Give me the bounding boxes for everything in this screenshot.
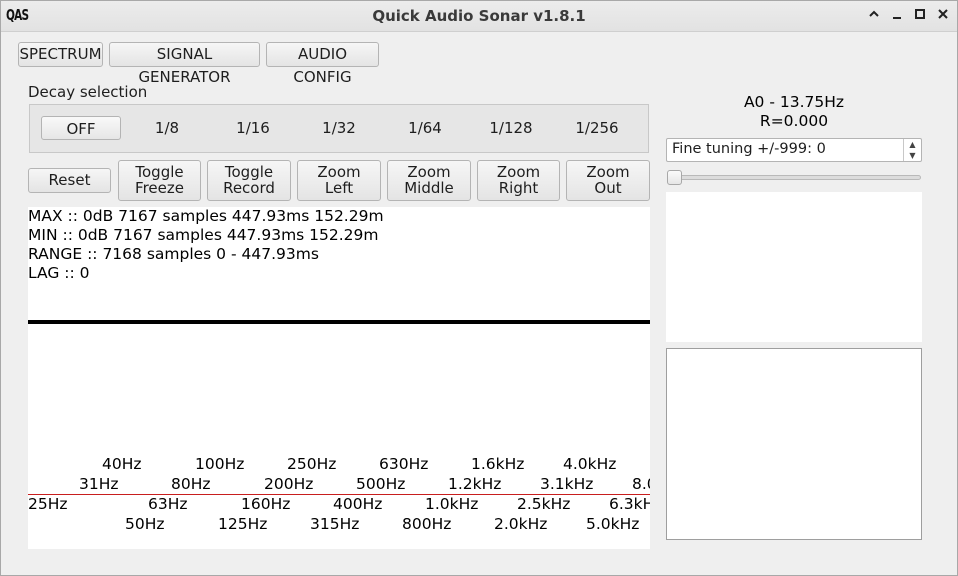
decay-option-1-128[interactable]: 1/128 — [481, 116, 541, 140]
spin-down-arrow-icon[interactable]: ▼ — [904, 150, 921, 161]
freq-label: 100Hz — [195, 455, 245, 473]
tab-signal-generator-label: SIGNAL GENERATOR — [138, 45, 231, 86]
reset-button-label: Reset — [48, 171, 91, 189]
decay-option-1-8[interactable]: 1/8 — [137, 116, 197, 140]
tab-audio-config[interactable]: AUDIO CONFIG — [266, 42, 379, 86]
decay-selection-label: Decay selection — [28, 83, 148, 101]
tab-audio-config-label: AUDIO CONFIG — [293, 45, 352, 86]
zoom-middle-button[interactable]: Zoom Middle — [387, 160, 471, 201]
freq-label: 630Hz — [379, 455, 429, 473]
spinbox-arrows: ▲ ▼ — [903, 139, 921, 161]
display-panel-lower — [666, 348, 922, 540]
fine-tuning-value: Fine tuning +/-999: 0 — [672, 141, 826, 157]
freq-label: 4.0kHz — [563, 455, 617, 473]
zoom-left-button[interactable]: Zoom Left — [297, 160, 381, 201]
tab-spectrum[interactable]: SPECTRUM — [18, 42, 103, 67]
decay-option-1-16[interactable]: 1/16 — [223, 116, 283, 140]
freq-label: 125Hz — [218, 515, 268, 533]
zoom-right-button[interactable]: Zoom Right — [477, 160, 560, 201]
toggle-freeze-label-line2: Freeze — [135, 179, 184, 197]
freq-label: 25Hz — [28, 495, 68, 513]
zoom-middle-label-line1: Zoom — [407, 163, 451, 181]
signal-trace-line — [28, 320, 650, 324]
freq-label: 31Hz — [79, 475, 119, 493]
fine-tuning-slider-handle[interactable] — [667, 170, 682, 185]
freq-label: 2.5kHz — [517, 495, 571, 513]
freq-label: 800Hz — [402, 515, 452, 533]
decay-option-1-256[interactable]: 1/256 — [567, 116, 627, 140]
reset-button[interactable]: Reset — [28, 168, 111, 193]
spin-up-arrow-icon[interactable]: ▲ — [904, 139, 921, 150]
zoom-out-label-line2: Out — [594, 179, 622, 197]
toggle-freeze-label-line1: Toggle — [135, 163, 184, 181]
zoom-left-label-line2: Left — [324, 179, 354, 197]
tab-signal-generator[interactable]: SIGNAL GENERATOR — [109, 42, 260, 86]
ratio-readout: R=0.000 — [759, 112, 829, 130]
freq-label: 250Hz — [287, 455, 337, 473]
freq-label: 1.2kHz — [448, 475, 502, 493]
decay-option-off[interactable]: OFF — [41, 116, 121, 140]
toggle-record-button[interactable]: Toggle Record — [207, 160, 291, 201]
freq-label: 160Hz — [241, 495, 291, 513]
title-bar[interactable]: QAS Quick Audio Sonar v1.8.1 — [1, 1, 957, 32]
freq-label: 1.6kHz — [471, 455, 525, 473]
close-window-icon[interactable] — [934, 7, 952, 25]
main-window: QAS Quick Audio Sonar v1.8.1 SPECTRUM SI… — [0, 0, 958, 576]
freq-label: 6.3kH — [609, 495, 650, 513]
tab-spectrum-label: SPECTRUM — [19, 45, 102, 63]
fine-tuning-slider-track[interactable] — [667, 175, 921, 180]
freq-label: 50Hz — [125, 515, 165, 533]
freq-label: 80Hz — [171, 475, 211, 493]
toggle-freeze-button[interactable]: Toggle Freeze — [118, 160, 201, 201]
stat-max: MAX :: 0dB 7167 samples 447.93ms 152.29m — [28, 207, 384, 225]
zoom-out-button[interactable]: Zoom Out — [566, 160, 650, 201]
freq-label: 1.0kHz — [425, 495, 479, 513]
note-readout: A0 - 13.75Hz — [743, 93, 845, 111]
signal-plot-area[interactable]: MAX :: 0dB 7167 samples 447.93ms 152.29m… — [28, 207, 650, 549]
freq-label: 63Hz — [148, 495, 188, 513]
freq-label: 2.0kHz — [494, 515, 548, 533]
display-panel-upper — [666, 192, 922, 342]
freq-label: 5.0kHz — [586, 515, 640, 533]
zoom-right-label-line1: Zoom — [496, 163, 541, 181]
fine-tuning-spinbox[interactable]: Fine tuning +/-999: 0 ▲ ▼ — [666, 138, 922, 162]
freq-label: 40Hz — [102, 455, 142, 473]
freq-label: 500Hz — [356, 475, 406, 493]
stat-min: MIN :: 0dB 7167 samples 447.93ms 152.29m — [28, 226, 379, 244]
freq-label: 400Hz — [333, 495, 383, 513]
decay-option-1-32[interactable]: 1/32 — [309, 116, 369, 140]
shade-window-icon[interactable] — [865, 7, 883, 25]
zoom-left-label-line1: Zoom — [317, 163, 361, 181]
zoom-right-label-line2: Right — [498, 179, 539, 197]
stat-range: RANGE :: 7168 samples 0 - 447.93ms — [28, 245, 319, 263]
freq-label: 8.0 — [632, 475, 650, 493]
freq-label: 315Hz — [310, 515, 360, 533]
zoom-out-label-line1: Zoom — [586, 163, 630, 181]
toggle-record-label-line2: Record — [223, 179, 275, 197]
freq-label: 200Hz — [264, 475, 314, 493]
maximize-window-icon[interactable] — [911, 7, 929, 25]
window-title: Quick Audio Sonar v1.8.1 — [372, 7, 586, 25]
toggle-record-label-line1: Toggle — [224, 163, 274, 181]
zoom-middle-label-line2: Middle — [404, 179, 454, 197]
minimize-window-icon[interactable] — [888, 7, 906, 25]
stat-lag: LAG :: 0 — [28, 264, 90, 282]
freq-label: 3.1kHz — [540, 475, 594, 493]
decay-option-1-64[interactable]: 1/64 — [395, 116, 455, 140]
